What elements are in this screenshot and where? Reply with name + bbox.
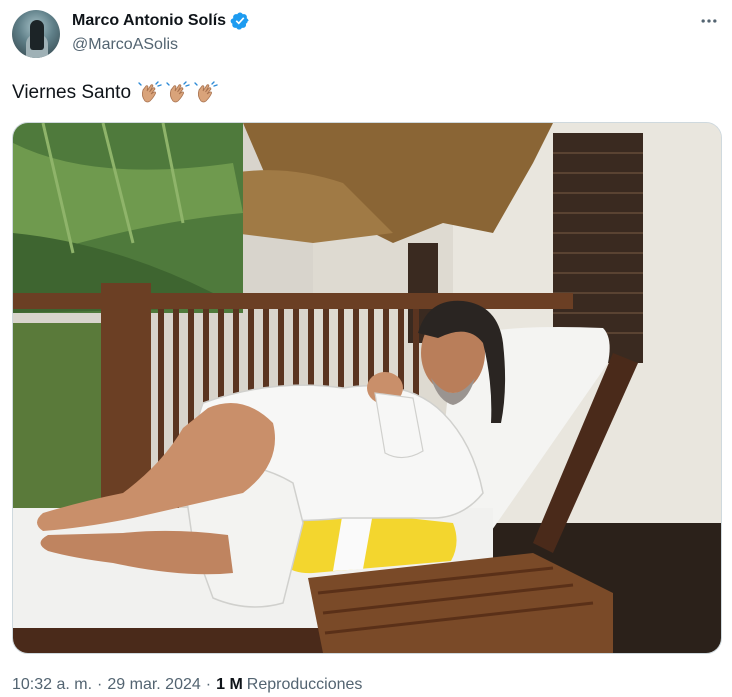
more-options-button[interactable] bbox=[698, 10, 720, 32]
separator-dot: · bbox=[97, 676, 103, 693]
tweet-text-content: Viernes Santo bbox=[12, 82, 132, 103]
avatar[interactable] bbox=[12, 10, 60, 58]
clapping-hands-icon bbox=[166, 81, 190, 103]
author-handle[interactable]: @MarcoASolis bbox=[72, 36, 178, 54]
clapping-hands-icon bbox=[194, 81, 218, 103]
tweet-photo[interactable] bbox=[12, 122, 722, 654]
tweet-text: Viernes Santo 👏🏼 👏🏼 👏🏼 bbox=[12, 80, 219, 106]
avatar-figure-head bbox=[30, 20, 44, 50]
views-label: Reproducciones bbox=[246, 676, 363, 693]
tweet-metadata: 10:32 a. m. · 29 mar. 2024 · 1 M Reprodu… bbox=[12, 676, 362, 694]
verified-badge-icon bbox=[230, 12, 249, 30]
tweet-date[interactable]: 29 mar. 2024 bbox=[107, 676, 200, 694]
display-name[interactable]: Marco Antonio Solís bbox=[72, 12, 226, 30]
photo-image bbox=[13, 123, 721, 653]
more-horizontal-icon bbox=[701, 19, 717, 23]
author-name-row: Marco Antonio Solís bbox=[72, 11, 250, 31]
separator-dot: · bbox=[205, 676, 212, 693]
clapping-hands-icon bbox=[138, 81, 162, 103]
views-count: 1 M bbox=[216, 676, 243, 693]
tweet-time[interactable]: 10:32 a. m. bbox=[12, 676, 92, 694]
